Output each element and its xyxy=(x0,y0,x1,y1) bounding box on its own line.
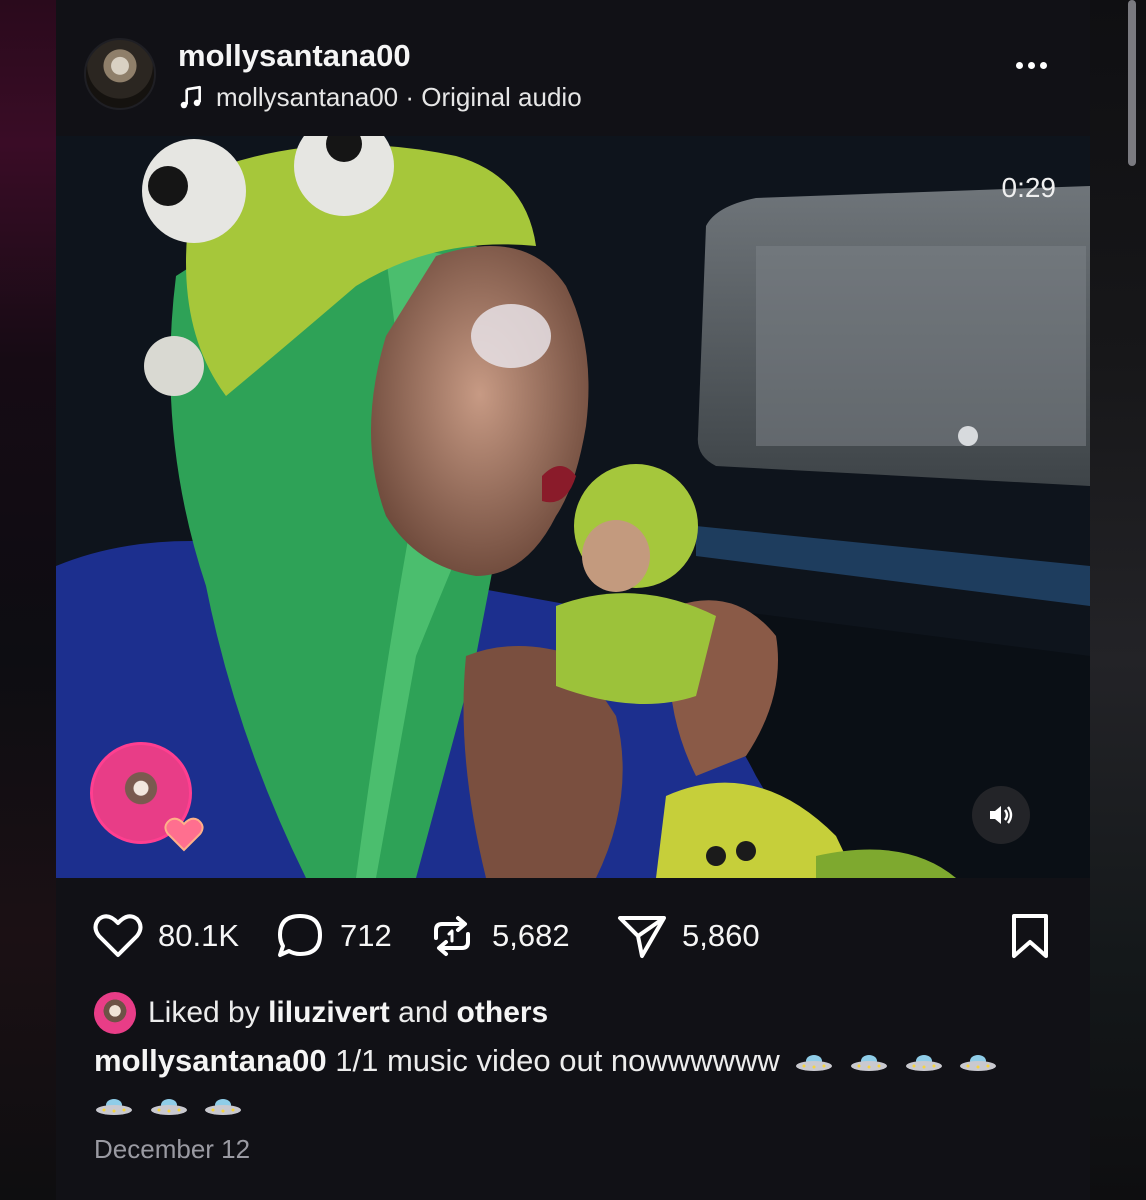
comment-button[interactable]: 712 xyxy=(272,908,392,964)
ufo-emoji xyxy=(96,1098,132,1115)
video-player[interactable]: 0:29 xyxy=(56,136,1090,878)
video-timer: 0:29 xyxy=(1001,172,1057,203)
liked-by-avatar xyxy=(94,992,136,1034)
volume-icon xyxy=(990,806,1013,824)
share-button[interactable]: 5,860 xyxy=(614,908,760,964)
post-date: December 12 xyxy=(94,1134,251,1164)
more-icon[interactable] xyxy=(1016,56,1056,86)
caption-username[interactable]: mollysantana00 xyxy=(94,1043,327,1078)
ufo-emoji xyxy=(205,1098,242,1115)
post-header: mollysantana00 mollysantana00 · Original… xyxy=(56,0,1090,136)
caption-text: 1/1 music video out nowwwwww xyxy=(335,1043,780,1078)
ufo-emoji xyxy=(851,1054,887,1071)
liked-by-others[interactable]: others xyxy=(457,996,549,1029)
ufo-emoji xyxy=(796,1054,833,1071)
liked-by-text: Liked by liluzivert and others xyxy=(148,996,548,1030)
comment-icon xyxy=(278,914,322,957)
liked-by-row[interactable]: Liked by liluzivert and others xyxy=(94,992,548,1034)
comment-count: 712 xyxy=(340,918,392,953)
backdrop-left xyxy=(0,0,56,1200)
backdrop-right xyxy=(1090,0,1146,1200)
ufo-emoji xyxy=(905,1054,942,1071)
volume-button[interactable] xyxy=(972,786,1030,844)
ufo-emoji xyxy=(150,1098,187,1115)
liked-by-middle: and xyxy=(398,996,449,1029)
share-icon xyxy=(618,916,666,958)
repost-icon xyxy=(434,916,470,956)
liked-by-user[interactable]: liluzivert xyxy=(268,996,390,1029)
music-note-icon xyxy=(180,85,201,108)
like-count: 80.1K xyxy=(158,918,240,953)
caption-emoji-row xyxy=(94,1084,1054,1126)
heart-icon xyxy=(93,914,143,957)
author-username[interactable]: mollysantana00 xyxy=(178,38,411,74)
like-button[interactable]: 80.1K xyxy=(90,908,239,964)
post-caption: mollysantana00 1/1 music video out nowww… xyxy=(94,1040,1054,1126)
share-count: 5,860 xyxy=(682,918,760,953)
heart-badge-icon xyxy=(164,817,204,852)
ufo-emoji xyxy=(960,1054,997,1071)
repost-button[interactable]: 5,682 xyxy=(424,908,570,964)
audio-attribution[interactable]: mollysantana00 · Original audio xyxy=(178,82,582,113)
repost-count: 5,682 xyxy=(492,918,570,953)
audio-label: mollysantana00 · Original audio xyxy=(216,82,582,112)
author-avatar[interactable] xyxy=(84,38,156,110)
bookmark-icon[interactable] xyxy=(1004,910,1056,962)
scrollbar[interactable] xyxy=(1128,0,1136,166)
post-card: mollysantana00 mollysantana00 · Original… xyxy=(56,0,1136,1200)
video-frame xyxy=(56,136,1090,878)
liked-by-prefix: Liked by xyxy=(148,996,260,1029)
action-bar: 80.1K 712 5,682 5,860 xyxy=(90,908,1056,966)
